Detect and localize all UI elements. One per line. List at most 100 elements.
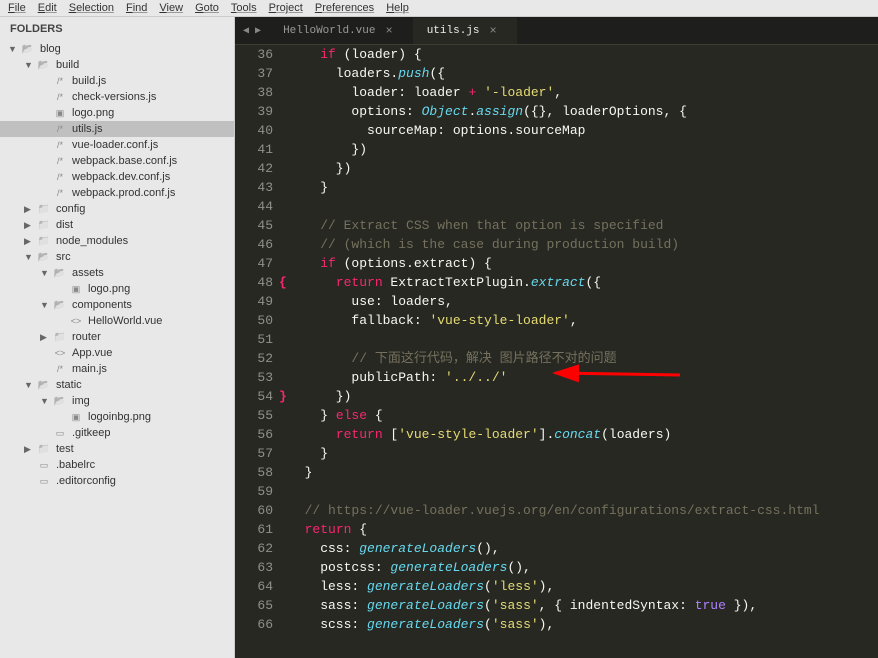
tree-label: test bbox=[56, 443, 74, 455]
tree-item-node_modules[interactable]: ▶node_modules bbox=[0, 233, 234, 249]
tree-item-src[interactable]: ▼src bbox=[0, 249, 234, 265]
tree-label: App.vue bbox=[72, 347, 112, 359]
code-line-41[interactable]: }) bbox=[289, 140, 878, 159]
code-line-64[interactable]: less: generateLoaders('less'), bbox=[289, 577, 878, 596]
close-icon[interactable]: × bbox=[490, 24, 497, 38]
tree-item-HelloWorld-vue[interactable]: <>HelloWorld.vue bbox=[0, 313, 234, 329]
tree-label: src bbox=[56, 251, 71, 263]
line-number: 65 bbox=[243, 596, 273, 615]
tab-HelloWorld-vue[interactable]: HelloWorld.vue × bbox=[269, 18, 413, 44]
code-line-38[interactable]: loader: loader + '-loader', bbox=[289, 83, 878, 102]
menu-goto[interactable]: Goto bbox=[195, 2, 219, 14]
code-line-50[interactable]: fallback: 'vue-style-loader', bbox=[289, 311, 878, 330]
menu-find[interactable]: Find bbox=[126, 2, 147, 14]
tree-label: node_modules bbox=[56, 235, 128, 247]
code-line-54[interactable]: } }) bbox=[289, 387, 878, 406]
tree-label: check-versions.js bbox=[72, 91, 156, 103]
code-line-57[interactable]: } bbox=[289, 444, 878, 463]
line-number: 42 bbox=[243, 159, 273, 178]
line-number: 60 bbox=[243, 501, 273, 520]
line-number: 54 bbox=[243, 387, 273, 406]
code-line-43[interactable]: } bbox=[289, 178, 878, 197]
tree-item-vue-loader-conf-js[interactable]: /*vue-loader.conf.js bbox=[0, 137, 234, 153]
code-line-53[interactable]: publicPath: '../../' bbox=[289, 368, 878, 387]
menu-view[interactable]: View bbox=[159, 2, 183, 14]
code-line-63[interactable]: postcss: generateLoaders(), bbox=[289, 558, 878, 577]
tree-label: router bbox=[72, 331, 101, 343]
tree-item-logo-png[interactable]: ▣logo.png bbox=[0, 281, 234, 297]
line-number: 53 bbox=[243, 368, 273, 387]
code-line-40[interactable]: sourceMap: options.sourceMap bbox=[289, 121, 878, 140]
tree-item-static[interactable]: ▼static bbox=[0, 377, 234, 393]
close-icon[interactable]: × bbox=[385, 24, 392, 38]
code-line-39[interactable]: options: Object.assign({}, loaderOptions… bbox=[289, 102, 878, 121]
code-area[interactable]: 3637383940414243444546474849505152535455… bbox=[235, 45, 878, 658]
tree-item-webpack-base-conf-js[interactable]: /*webpack.base.conf.js bbox=[0, 153, 234, 169]
code-line-60[interactable]: // https://vue-loader.vuejs.org/en/confi… bbox=[289, 501, 878, 520]
code-line-56[interactable]: return ['vue-style-loader'].concat(loade… bbox=[289, 425, 878, 444]
tree-label: logo.png bbox=[88, 283, 130, 295]
code-line-45[interactable]: // Extract CSS when that option is speci… bbox=[289, 216, 878, 235]
tree-item-assets[interactable]: ▼assets bbox=[0, 265, 234, 281]
code-line-49[interactable]: use: loaders, bbox=[289, 292, 878, 311]
tree-item-build-js[interactable]: /*build.js bbox=[0, 73, 234, 89]
tab-next-icon[interactable]: ▶ bbox=[253, 23, 263, 39]
tree-item-img[interactable]: ▼img bbox=[0, 393, 234, 409]
menu-selection[interactable]: Selection bbox=[69, 2, 114, 14]
tabs-container: HelloWorld.vue×utils.js× bbox=[269, 18, 517, 44]
code-line-66[interactable]: scss: generateLoaders('sass'), bbox=[289, 615, 878, 634]
menu-project[interactable]: Project bbox=[269, 2, 303, 14]
tab-utils-js[interactable]: utils.js× bbox=[413, 18, 517, 44]
code-line-42[interactable]: }) bbox=[289, 159, 878, 178]
code-line-37[interactable]: loaders.push({ bbox=[289, 64, 878, 83]
tree-label: utils.js bbox=[72, 123, 103, 135]
code-content[interactable]: if (loader) { loaders.push({ loader: loa… bbox=[285, 45, 878, 658]
tree-item-utils-js[interactable]: /*utils.js bbox=[0, 121, 234, 137]
code-line-65[interactable]: sass: generateLoaders('sass', { indented… bbox=[289, 596, 878, 615]
code-line-44[interactable] bbox=[289, 197, 878, 216]
line-number: 59 bbox=[243, 482, 273, 501]
code-line-55[interactable]: } else { bbox=[289, 406, 878, 425]
tree-item-dist[interactable]: ▶dist bbox=[0, 217, 234, 233]
tree-item-App-vue[interactable]: <>App.vue bbox=[0, 345, 234, 361]
tree-item-check-versions-js[interactable]: /*check-versions.js bbox=[0, 89, 234, 105]
code-line-46[interactable]: // (which is the case during production … bbox=[289, 235, 878, 254]
line-number: 66 bbox=[243, 615, 273, 634]
tree-item-config[interactable]: ▶config bbox=[0, 201, 234, 217]
menubar: File Edit Selection Find View Goto Tools Projec… bbox=[0, 0, 878, 17]
tree-item-webpack-prod-conf-js[interactable]: /*webpack.prod.conf.js bbox=[0, 185, 234, 201]
tree-item-router[interactable]: ▶router bbox=[0, 329, 234, 345]
tree-item-logoinbg-png[interactable]: ▣logoinbg.png bbox=[0, 409, 234, 425]
tree-item-blog[interactable]: ▼blog bbox=[0, 41, 234, 57]
code-line-36[interactable]: if (loader) { bbox=[289, 45, 878, 64]
line-number: 40 bbox=[243, 121, 273, 140]
code-line-52[interactable]: // 下面这行代码，解决 图片路径不对的问题 bbox=[289, 349, 878, 368]
line-number: 64 bbox=[243, 577, 273, 596]
menu-file[interactable]: File bbox=[8, 2, 26, 14]
tree-item-webpack-dev-conf-js[interactable]: /*webpack.dev.conf.js bbox=[0, 169, 234, 185]
menu-tools[interactable]: Tools bbox=[231, 2, 257, 14]
line-number: 48 bbox=[243, 273, 273, 292]
tree-label: vue-loader.conf.js bbox=[72, 139, 158, 151]
tree-item-build[interactable]: ▼build bbox=[0, 57, 234, 73]
tree-item--gitkeep[interactable]: ▭.gitkeep bbox=[0, 425, 234, 441]
tab-prev-icon[interactable]: ◀ bbox=[241, 23, 251, 39]
code-line-61[interactable]: return { bbox=[289, 520, 878, 539]
tree-item-logo-png[interactable]: ▣logo.png bbox=[0, 105, 234, 121]
code-line-62[interactable]: css: generateLoaders(), bbox=[289, 539, 878, 558]
tree-item-components[interactable]: ▼components bbox=[0, 297, 234, 313]
code-line-59[interactable] bbox=[289, 482, 878, 501]
tab-label: HelloWorld.vue bbox=[283, 25, 375, 37]
tree-label: blog bbox=[40, 43, 61, 55]
tree-item-test[interactable]: ▶test bbox=[0, 441, 234, 457]
tree-item-main-js[interactable]: /*main.js bbox=[0, 361, 234, 377]
code-line-58[interactable]: } bbox=[289, 463, 878, 482]
menu-preferences[interactable]: Preferences bbox=[315, 2, 374, 14]
menu-edit[interactable]: Edit bbox=[38, 2, 57, 14]
tree-item--babelrc[interactable]: ▭.babelrc bbox=[0, 457, 234, 473]
menu-help[interactable]: Help bbox=[386, 2, 409, 14]
tree-item--editorconfig[interactable]: ▭.editorconfig bbox=[0, 473, 234, 489]
code-line-51[interactable] bbox=[289, 330, 878, 349]
code-line-48[interactable]: { return ExtractTextPlugin.extract({ bbox=[289, 273, 878, 292]
code-line-47[interactable]: if (options.extract) { bbox=[289, 254, 878, 273]
